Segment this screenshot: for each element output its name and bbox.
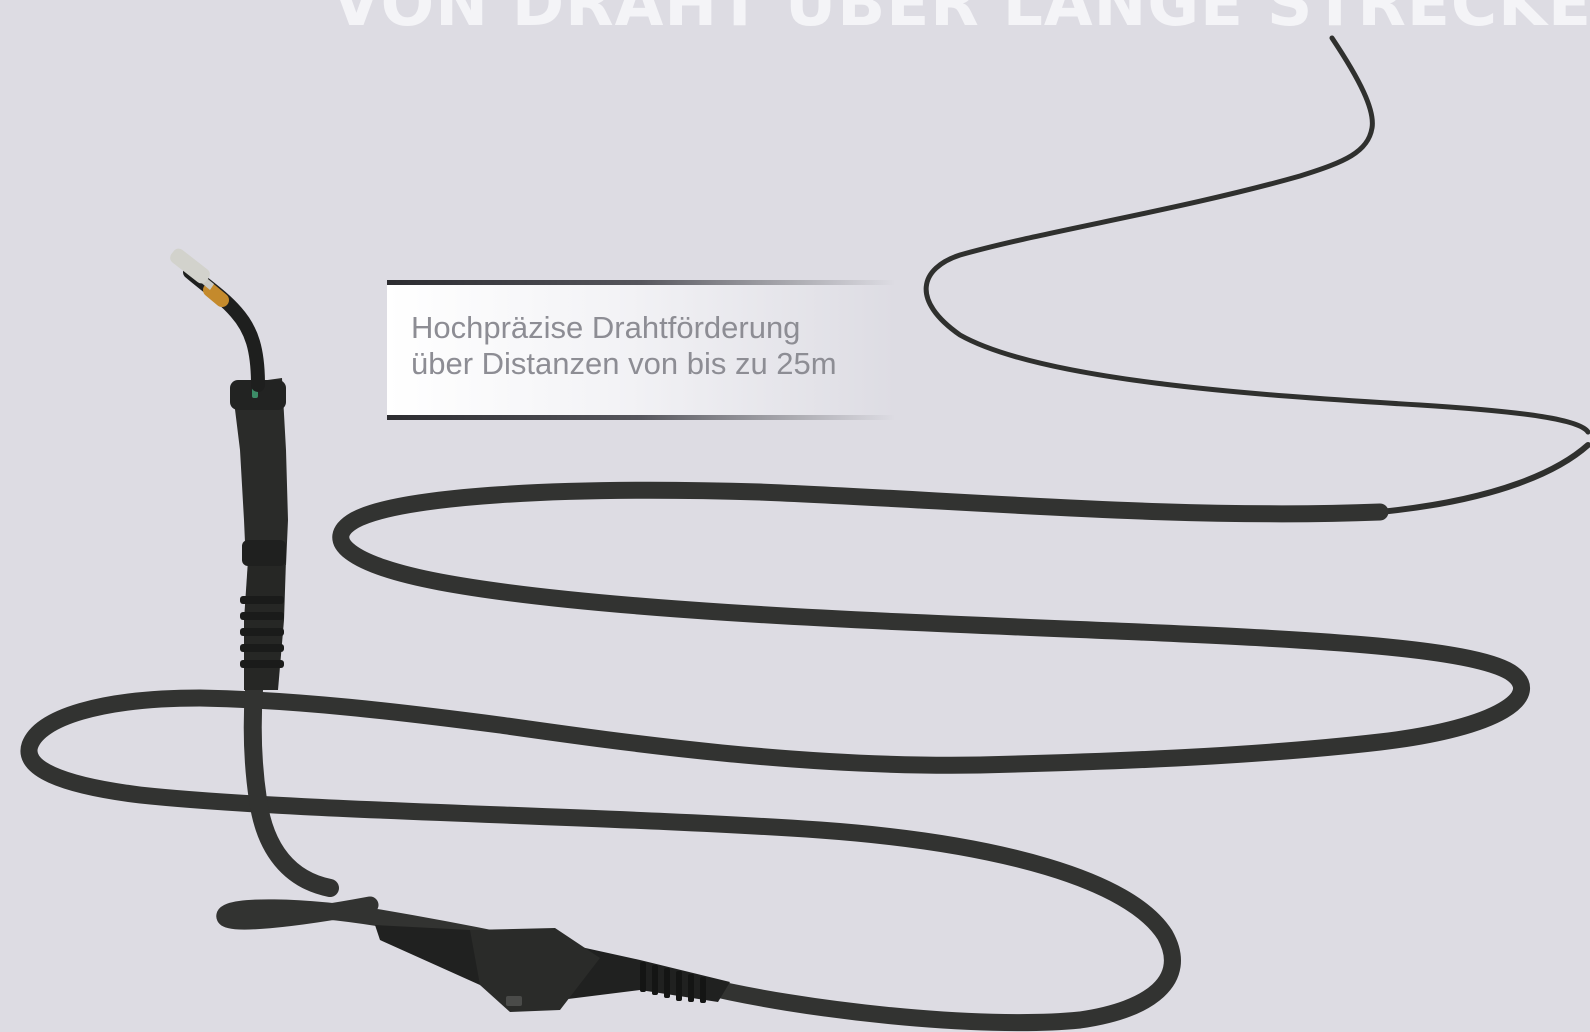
feature-callout: Hochpräzise Drahtförderung über Distanze… bbox=[387, 280, 895, 420]
callout-bottom-rule bbox=[387, 415, 895, 420]
torch-handle bbox=[230, 378, 288, 690]
thin-cable bbox=[923, 35, 1590, 435]
callout-text: Hochpräzise Drahtförderung über Distanze… bbox=[411, 310, 837, 382]
torch-neck bbox=[183, 265, 265, 392]
hero-stage: VON DRAHT ÜBER LANGE STRECKEN Hochpräzis… bbox=[0, 0, 1590, 1032]
welding-torch-hose-icon bbox=[20, 35, 1590, 1032]
callout-line-1: Hochpräzise Drahtförderung bbox=[411, 310, 801, 345]
hose-connector bbox=[375, 925, 730, 1012]
callout-top-rule bbox=[387, 280, 895, 285]
callout-line-2: über Distanzen von bis zu 25m bbox=[411, 346, 837, 381]
